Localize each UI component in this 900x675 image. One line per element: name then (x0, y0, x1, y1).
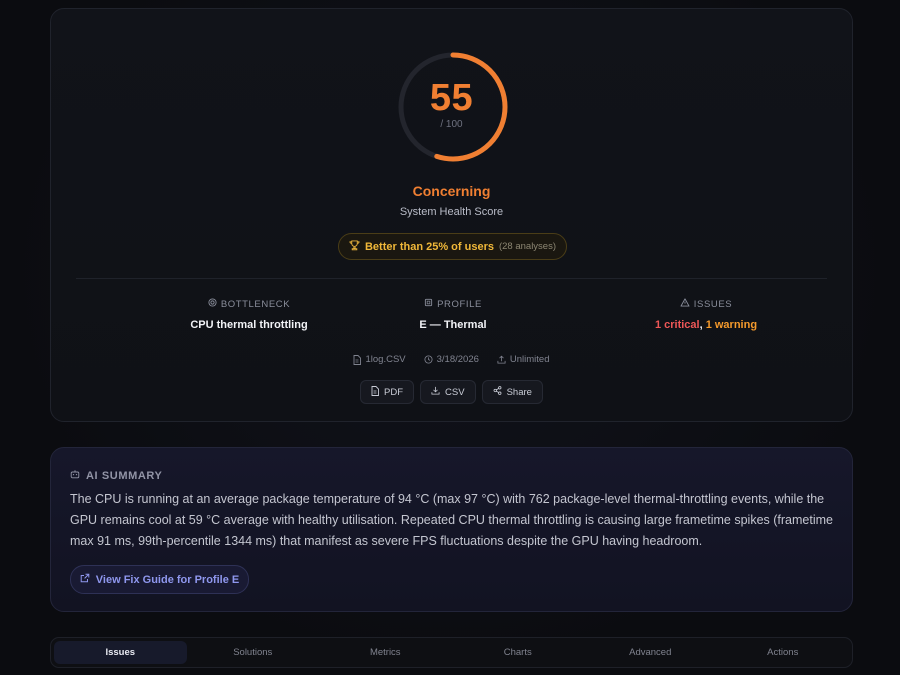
file-meta-row: 1log.CSV 3/18/2026 Unlimited (51, 354, 852, 365)
csv-button-label: CSV (445, 386, 465, 398)
trophy-icon (349, 239, 360, 254)
profile-chip-icon (424, 298, 433, 310)
percentile-text: Better than 25% of users (364, 240, 494, 253)
percentile-badge: Better than 25% of users (28 analyses) (338, 233, 567, 260)
robot-icon (70, 469, 80, 482)
profile-value: E — Thermal (419, 319, 487, 331)
ai-summary-title: AI SUMMARY (70, 469, 162, 482)
csv-button[interactable]: CSV (420, 380, 476, 404)
share-icon (493, 386, 502, 398)
score-max: / 100 (440, 119, 463, 130)
ai-summary-card: AI SUMMARY The CPU is running at an aver… (50, 447, 853, 612)
share-button-label: Share (506, 386, 532, 398)
score-verdict: Concerning (412, 183, 491, 199)
profile-stat: PROFILE E — Thermal (333, 298, 573, 332)
file-name: 1log.CSV (365, 354, 406, 365)
date-meta: 3/18/2026 (424, 354, 479, 365)
external-link-icon (80, 573, 90, 586)
plan-meta: Unlimited (497, 354, 550, 365)
plan-name: Unlimited (509, 354, 550, 365)
clock-icon (424, 355, 433, 364)
share-button[interactable]: Share (481, 380, 543, 404)
warning-count: 1 warning (705, 319, 758, 331)
profile-label: PROFILE (437, 298, 482, 310)
critical-count: 1 critical (654, 319, 700, 331)
score-subtitle: System Health Score (399, 206, 504, 218)
file-meta: 1log.CSV (353, 354, 406, 365)
report-tabs: Issues Solutions Metrics Charts Advanced… (50, 637, 853, 668)
document-icon (371, 385, 379, 399)
download-icon (431, 386, 440, 398)
tab-metrics[interactable]: Metrics (319, 641, 452, 664)
pdf-button[interactable]: PDF (360, 380, 415, 404)
tab-actions[interactable]: Actions (717, 641, 850, 664)
issues-stat: ISSUES 1 critical, 1 warning (586, 298, 826, 331)
upload-icon (497, 355, 506, 364)
health-score-card: 55 / 100 Concerning System Health Score … (50, 8, 853, 422)
divider (76, 278, 827, 279)
issues-separator: , (699, 319, 703, 331)
ai-summary-label: AI SUMMARY (86, 469, 163, 482)
ai-summary-text: The CPU is running at an average package… (70, 492, 833, 548)
cpu-chip-icon (208, 298, 217, 310)
issues-value: 1 critical, 1 warning (586, 319, 826, 331)
file-icon (353, 354, 362, 365)
warning-triangle-icon (680, 298, 690, 310)
tab-advanced[interactable]: Advanced (584, 641, 717, 664)
fix-guide-label: View Fix Guide for Profile E (95, 573, 240, 586)
analyses-count: (28 analyses) (498, 241, 556, 252)
tab-solutions[interactable]: Solutions (187, 641, 320, 664)
analysis-date: 3/18/2026 (436, 354, 479, 365)
tab-charts[interactable]: Charts (452, 641, 585, 664)
fix-guide-button[interactable]: View Fix Guide for Profile E (70, 565, 249, 594)
tab-issues[interactable]: Issues (54, 641, 187, 664)
bottleneck-label: BOTTLENECK (220, 298, 291, 310)
score-value: 55 (429, 77, 474, 119)
pdf-button-label: PDF (384, 386, 404, 398)
issues-label: ISSUES (693, 298, 733, 310)
export-actions: PDF CSV Share (51, 380, 852, 404)
